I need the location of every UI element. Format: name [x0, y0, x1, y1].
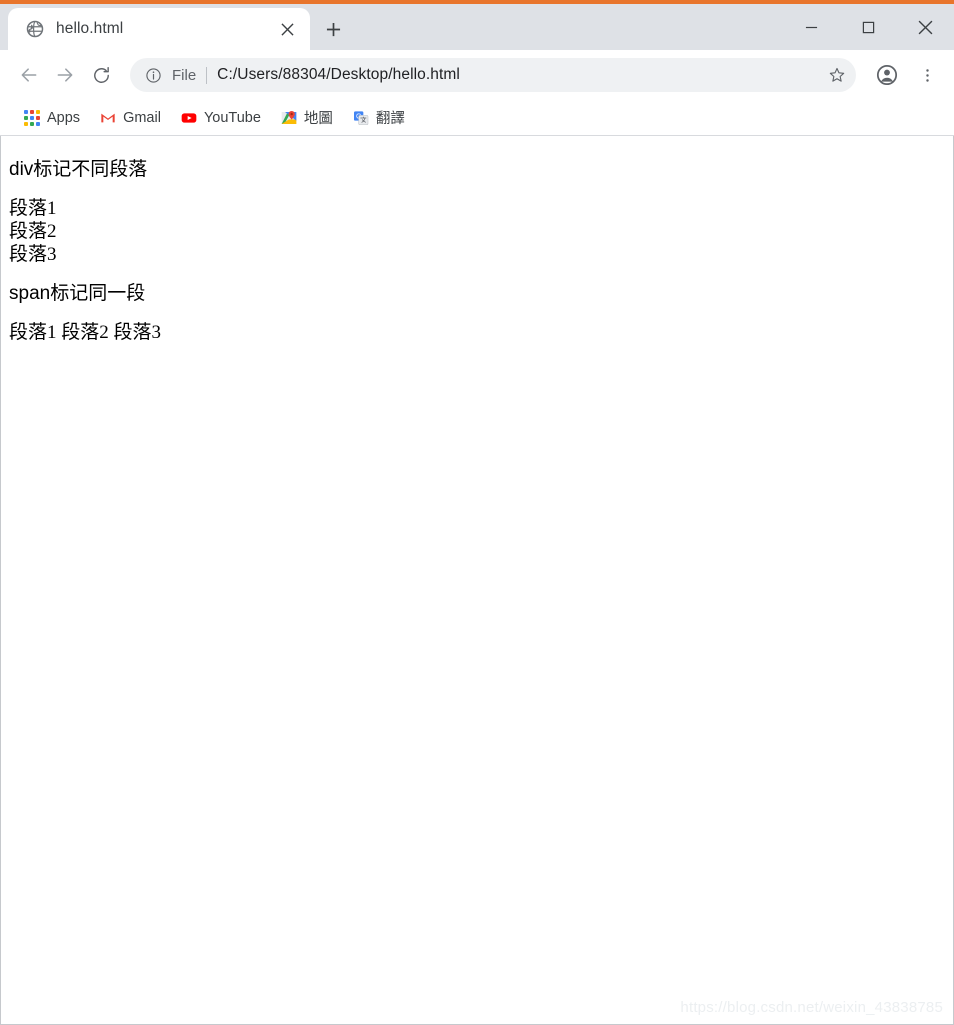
inline-paragraph-line: 段落1 段落2 段落3 — [9, 322, 162, 343]
close-icon[interactable] — [274, 16, 300, 42]
heading-text-div: div标记不同段落 — [9, 158, 945, 181]
minimize-icon — [805, 26, 818, 28]
apps-grid-icon — [24, 109, 40, 126]
watermark: https://blog.csdn.net/weixin_43838785 — [680, 999, 943, 1016]
star-icon[interactable] — [822, 60, 852, 90]
google-maps-icon — [281, 110, 297, 124]
address-bar[interactable]: File C:/Users/88304/Desktop/hello.html — [130, 58, 856, 92]
bookmark-label: 地圖 — [303, 111, 333, 127]
google-translate-icon: G — [353, 110, 369, 125]
arrow-left-icon — [21, 68, 37, 82]
heading-latin-span: span — [9, 283, 51, 304]
more-vertical-icon — [925, 68, 929, 82]
heading-text-span: span标记同一段 — [9, 282, 945, 305]
url-text[interactable]: C:/Users/88304/Desktop/hello.html — [217, 66, 822, 84]
page-heading-div: div标记不同段落 — [9, 158, 945, 181]
paragraph-line: 段落2 — [9, 221, 57, 242]
reload-icon — [93, 66, 109, 83]
bookmark-item-translate[interactable]: G 翻譯 — [345, 105, 413, 131]
youtube-icon — [181, 112, 197, 123]
close-window-button[interactable] — [897, 4, 954, 50]
heading-latin-div: div — [9, 159, 34, 180]
window-controls — [783, 4, 954, 50]
paragraph-group-div: 段落1 段落2 段落3 — [9, 197, 945, 266]
chrome-menu-button[interactable] — [910, 58, 944, 92]
paragraph-line: 段落3 — [9, 244, 57, 265]
tab-title: hello.html — [56, 20, 124, 37]
maximize-icon — [862, 21, 875, 33]
bookmark-label: Gmail — [123, 109, 161, 126]
minimize-button[interactable] — [783, 4, 840, 50]
bookmark-label: Apps — [47, 109, 81, 126]
browser-window: hello.html File C:/Users/88304/Desktop/h… — [0, 0, 954, 1025]
account-icon — [876, 64, 898, 86]
close-icon — [918, 20, 933, 34]
omnibox-divider — [206, 66, 208, 84]
profile-button[interactable] — [870, 58, 904, 92]
url-scheme-label: File — [172, 66, 197, 84]
tab-strip: hello.html — [0, 4, 954, 50]
bookmark-label: YouTube — [203, 109, 261, 126]
paragraph-group-span: 段落1 段落2 段落3 — [9, 321, 945, 344]
browser-toolbar: File C:/Users/88304/Desktop/hello.html — [0, 50, 954, 100]
page-viewport: div标记不同段落 段落1 段落2 段落3 span标记同一段 段落1 段落2 … — [0, 136, 954, 1025]
page-body: div标记不同段落 段落1 段落2 段落3 span标记同一段 段落1 段落2 … — [1, 136, 953, 368]
forward-button[interactable] — [48, 58, 82, 92]
bookmark-label: 翻譯 — [375, 111, 405, 127]
reload-button[interactable] — [84, 58, 118, 92]
gmail-icon — [101, 113, 115, 122]
browser-tab[interactable]: hello.html — [8, 8, 310, 50]
info-circle-icon[interactable] — [140, 62, 166, 88]
bookmark-item-apps[interactable]: Apps — [16, 105, 88, 131]
heading-cjk-div: 标记不同段落 — [33, 159, 148, 180]
maximize-button[interactable] — [840, 4, 897, 50]
bookmark-item-maps[interactable]: 地圖 — [273, 105, 341, 131]
globe-icon — [26, 20, 44, 38]
paragraph-line: 段落1 — [9, 198, 57, 219]
bookmark-item-gmail[interactable]: Gmail — [92, 105, 169, 131]
bookmarks-bar: Apps Gmail YouTube 地圖 翻譯 — [0, 100, 954, 136]
new-tab-button[interactable] — [316, 12, 350, 46]
page-heading-span: span标记同一段 — [9, 282, 945, 305]
back-button[interactable] — [12, 58, 46, 92]
heading-cjk-span: 标记同一段 — [50, 283, 146, 304]
plus-icon — [326, 22, 340, 36]
arrow-right-icon — [57, 68, 73, 82]
bookmark-item-youtube[interactable]: YouTube — [173, 105, 269, 131]
